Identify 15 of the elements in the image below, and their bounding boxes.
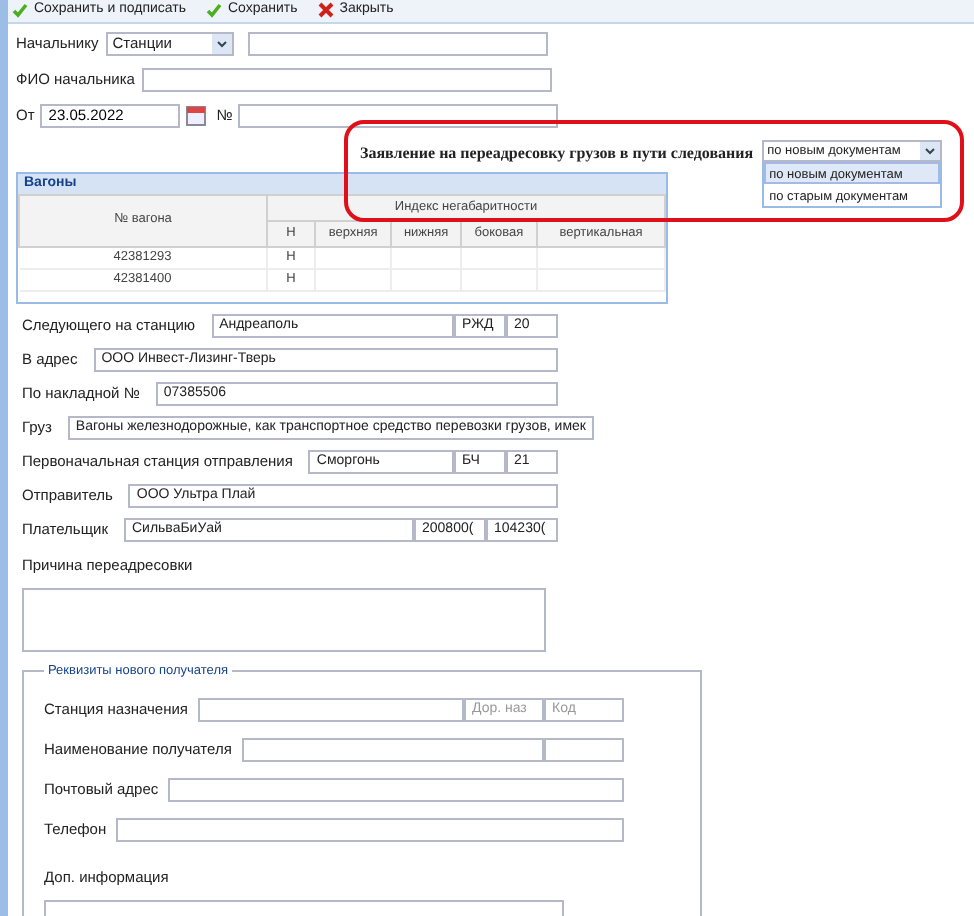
text-field[interactable] [241, 737, 544, 761]
text-field[interactable] [544, 737, 624, 761]
calendar-icon[interactable] [186, 105, 207, 125]
text-field[interactable] [142, 67, 553, 91]
caret-icon [212, 33, 233, 53]
text-field[interactable] [116, 817, 624, 841]
checkmark-icon [12, 2, 28, 19]
text-field[interactable] [198, 697, 464, 721]
close-icon [317, 2, 334, 19]
dialog-title: Заявление на переадресовку грузов в пути следования [360, 142, 754, 166]
text-field[interactable] [248, 31, 549, 55]
text-area[interactable] [22, 587, 546, 652]
checkmark-icon [206, 2, 222, 19]
text-field[interactable] [168, 777, 624, 801]
caret-icon [919, 142, 940, 160]
